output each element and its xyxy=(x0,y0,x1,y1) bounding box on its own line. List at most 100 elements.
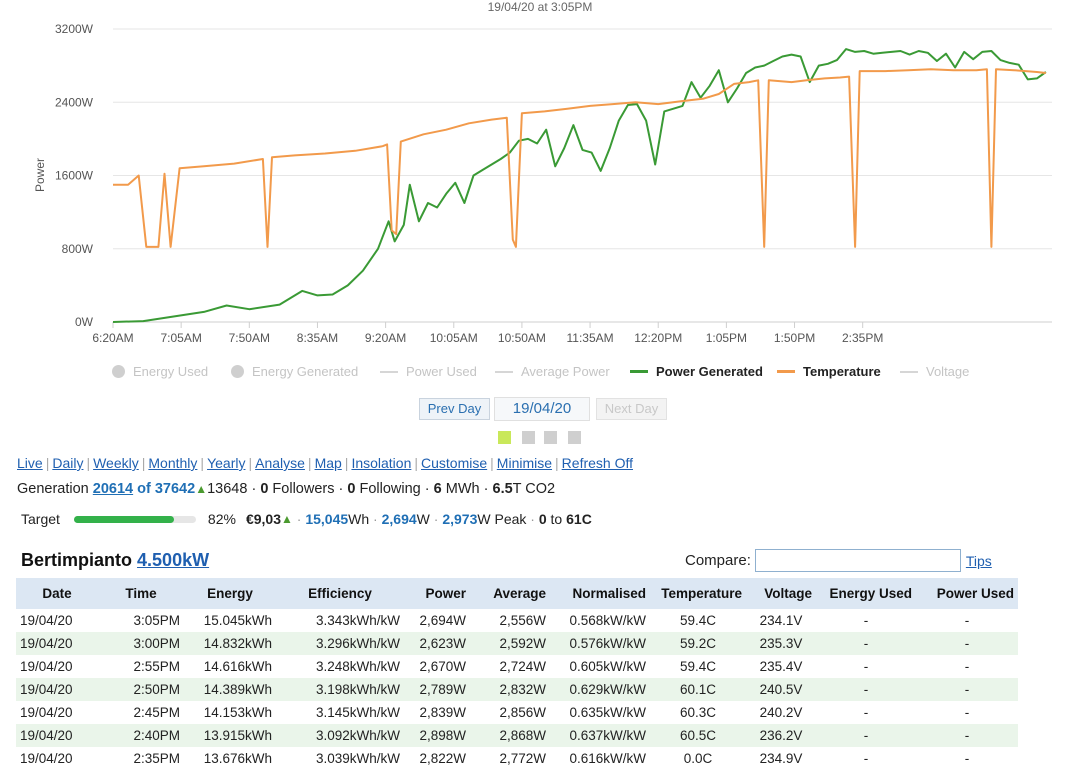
live-data-table: Date Time Energy Efficiency Power Averag… xyxy=(16,578,1018,770)
following-label[interactable]: Following xyxy=(359,481,420,497)
col-header-energy-used[interactable]: Energy Used xyxy=(816,578,916,609)
legend-label: Temperature xyxy=(803,364,881,379)
cell-power-used: - xyxy=(964,613,970,628)
link-insolation[interactable]: Insolation xyxy=(351,455,411,471)
power-chart: 19/04/20 at 3:05PM 0W 800W 1600W 2400W 3200W… xyxy=(0,0,1067,450)
table-row: 19/04/20 3:00PM 14.832kWh 3.296kWh/kW 2,623W… xyxy=(16,632,1018,655)
tips-link[interactable]: Tips xyxy=(966,553,992,569)
col-header-power[interactable]: Power xyxy=(404,578,470,609)
x-tick-label: 12:20PM xyxy=(634,331,682,345)
x-tick-label: 6:20AM xyxy=(92,331,133,345)
legend-power-used[interactable]: Power Used xyxy=(380,364,477,379)
cell-power-used: - xyxy=(916,724,1018,747)
legend-temperature[interactable]: Temperature xyxy=(777,364,881,379)
legend-line-icon xyxy=(777,370,795,373)
generation-rank-link[interactable]: 20614 xyxy=(93,481,133,497)
up-arrow-icon: ▲ xyxy=(195,482,208,496)
x-tick-label: 2:35PM xyxy=(842,331,883,345)
legend-label: Power Generated xyxy=(656,364,763,379)
cell-voltage: 234.1V xyxy=(759,613,803,628)
target-peak-unit: W Peak xyxy=(477,511,527,527)
cell-energy: 14.832kWh xyxy=(184,632,276,655)
cell-power-used: - xyxy=(964,751,970,766)
chart-series xyxy=(112,48,1047,323)
link-live[interactable]: Live xyxy=(17,455,43,471)
page-dot[interactable] xyxy=(544,431,557,444)
cell-efficiency: 3.343kWh/kW xyxy=(315,613,400,628)
cell-power: 2,839W xyxy=(419,705,466,720)
x-tick-label: 7:05AM xyxy=(160,331,201,345)
target-summary: Target 82% €9,03 ▲ · 15,045 Wh · 2,694 W · … xyxy=(21,511,592,527)
date-display[interactable]: 19/04/20 xyxy=(494,397,590,421)
chart-grid xyxy=(113,28,1052,323)
legend-average-power[interactable]: Average Power xyxy=(495,364,610,379)
col-header-date[interactable]: Date xyxy=(16,578,98,609)
link-analyse[interactable]: Analyse xyxy=(255,455,305,471)
col-header-power-used[interactable]: Power Used xyxy=(916,578,1018,609)
temp-to: 61C xyxy=(566,511,592,527)
cell-date: 19/04/20 xyxy=(20,659,73,674)
target-label: Target xyxy=(21,511,60,527)
prev-day-button[interactable]: Prev Day xyxy=(419,398,490,420)
cell-energy-used: - xyxy=(816,724,916,747)
legend-power-generated[interactable]: Power Generated xyxy=(630,364,763,379)
cell-date: 19/04/20 xyxy=(16,724,98,747)
target-percent: 82% xyxy=(207,511,236,527)
cell-time: 2:55PM xyxy=(133,659,180,674)
link-map[interactable]: Map xyxy=(315,455,342,471)
cell-power-used: - xyxy=(964,659,970,674)
link-customise[interactable]: Customise xyxy=(421,455,487,471)
cell-average: 2,868W xyxy=(470,724,550,747)
page-dot[interactable] xyxy=(522,431,535,444)
cell-time: 3:00PM xyxy=(98,632,184,655)
target-power: 2,694 xyxy=(381,511,417,527)
link-monthly[interactable]: Monthly xyxy=(148,455,197,471)
link-yearly[interactable]: Yearly xyxy=(207,455,245,471)
col-header-voltage[interactable]: Voltage xyxy=(746,578,816,609)
page-dot[interactable] xyxy=(498,431,511,444)
cell-energy: 13.676kWh xyxy=(203,751,272,766)
series-line-temperature xyxy=(113,68,1047,248)
cell-power: 2,694W xyxy=(419,613,466,628)
cell-temperature: 60.1C xyxy=(650,678,746,701)
link-weekly[interactable]: Weekly xyxy=(93,455,139,471)
cell-average: 2,592W xyxy=(470,632,550,655)
cell-time: 3:05PM xyxy=(133,613,180,628)
legend-energy-generated[interactable]: Energy Generated xyxy=(231,364,358,379)
system-size-link[interactable]: 4.500kW xyxy=(137,550,209,570)
legend-energy-used[interactable]: Energy Used xyxy=(112,364,208,379)
page-dot[interactable] xyxy=(568,431,581,444)
legend-line-icon xyxy=(900,370,918,373)
next-day-button[interactable]: Next Day xyxy=(596,398,667,420)
link-refresh-off[interactable]: Refresh Off xyxy=(562,455,633,471)
col-header-time[interactable]: Time xyxy=(98,578,184,609)
col-header-average[interactable]: Average xyxy=(470,578,550,609)
cell-efficiency: 3.296kWh/kW xyxy=(276,632,404,655)
col-header-energy[interactable]: Energy xyxy=(184,578,276,609)
legend-voltage[interactable]: Voltage xyxy=(900,364,969,379)
link-minimise[interactable]: Minimise xyxy=(497,455,552,471)
energy-unit: MWh xyxy=(445,481,480,497)
cell-temperature: 59.4C xyxy=(679,613,717,628)
col-header-normalised[interactable]: Normalised xyxy=(550,578,650,609)
table-row: 19/04/20 2:55PM 14.616kWh 3.248kWh/kW 2,670W… xyxy=(16,655,1018,678)
col-header-temperature[interactable]: Temperature xyxy=(650,578,746,609)
x-tick-label: 8:35AM xyxy=(297,331,338,345)
y-tick-label: 1600W xyxy=(55,169,94,183)
compare-input[interactable] xyxy=(754,549,961,572)
temp-from: 0 xyxy=(538,511,547,527)
x-tick-label: 10:05AM xyxy=(430,331,478,345)
generation-rank-of: of 37642 xyxy=(137,481,196,497)
cell-power: 2,623W xyxy=(404,632,470,655)
cell-energy-used: - xyxy=(816,678,916,701)
cell-average: 2,724W xyxy=(499,659,546,674)
col-header-efficiency[interactable]: Efficiency xyxy=(276,578,404,609)
target-money: €9,03 xyxy=(245,511,281,527)
x-tick-label: 7:50AM xyxy=(229,331,270,345)
followers-label[interactable]: Followers xyxy=(272,481,334,497)
cell-power: 2,822W xyxy=(419,751,466,766)
link-daily[interactable]: Daily xyxy=(52,455,83,471)
cell-power: 2,789W xyxy=(404,678,470,701)
cell-average: 2,832W xyxy=(470,678,550,701)
target-energy-unit: Wh xyxy=(348,511,370,527)
